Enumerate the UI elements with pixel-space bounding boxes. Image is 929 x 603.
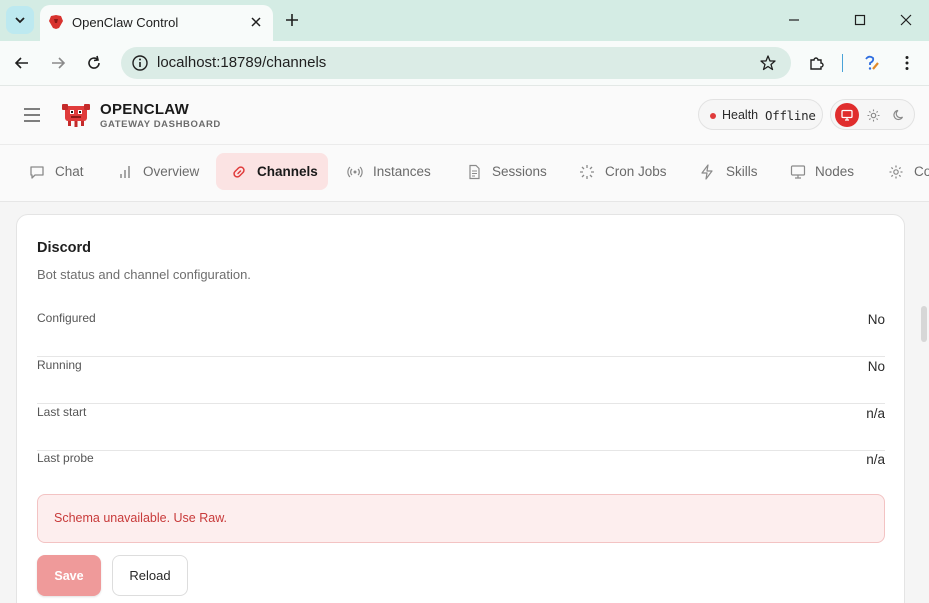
forward-arrow-icon[interactable]: [49, 54, 67, 72]
nav-skills-label: Skills: [726, 164, 758, 179]
status-row-last-start: Last start n/a: [37, 405, 885, 451]
nav-channels[interactable]: Channels: [216, 153, 328, 190]
hamburger-menu-icon[interactable]: [24, 108, 40, 122]
gear-icon: [889, 165, 903, 179]
brand-title: OPENCLAW: [100, 101, 190, 118]
nav-overview-label: Overview: [143, 164, 200, 179]
main-nav: Chat Overview Channels Instances Session…: [0, 145, 929, 202]
status-label: Configured: [37, 311, 96, 325]
monitor-icon: [841, 109, 853, 121]
nav-overview[interactable]: Overview: [104, 153, 208, 190]
status-dot-icon: [710, 113, 716, 119]
discord-card: Discord Bot status and channel configura…: [16, 214, 905, 603]
status-value: n/a: [866, 406, 885, 421]
lightning-icon: [701, 164, 713, 180]
url-text[interactable]: localhost:18789/channels: [157, 54, 326, 71]
moon-icon: [893, 109, 904, 121]
bar-chart-icon: [120, 166, 130, 178]
link-icon: [233, 166, 245, 178]
card-title: Discord: [37, 240, 91, 256]
tab-search-button[interactable]: [6, 6, 34, 34]
nav-config-label: Co: [914, 164, 929, 179]
nav-cron-jobs-label: Cron Jobs: [605, 164, 667, 179]
status-label: Last probe: [37, 451, 94, 465]
status-row-running: Running No: [37, 358, 885, 404]
nav-chat-label: Chat: [55, 164, 84, 179]
theme-dark-button[interactable]: [887, 103, 911, 127]
document-icon: [469, 164, 480, 180]
browser-tab[interactable]: OpenClaw Control: [40, 5, 273, 41]
status-value: No: [867, 359, 885, 374]
browser-toolbar: localhost:18789/channels: [0, 41, 929, 86]
monitor-icon: [790, 165, 806, 179]
alert-message: Schema unavailable. Use Raw.: [54, 511, 228, 525]
site-info-icon[interactable]: [131, 54, 149, 72]
health-label: Health: [722, 108, 759, 122]
main-content: Discord Bot status and channel configura…: [0, 202, 929, 603]
lobster-favicon-icon: [49, 15, 63, 29]
status-label: Running: [37, 358, 82, 372]
nav-instances[interactable]: Instances: [334, 153, 446, 190]
reload-button[interactable]: Reload: [112, 555, 188, 596]
status-value: n/a: [866, 452, 885, 467]
minimize-icon[interactable]: [785, 11, 803, 29]
app-header: OPENCLAW GATEWAY DASHBOARD Health Offlin…: [0, 86, 929, 145]
status-row-last-probe: Last probe n/a: [37, 451, 885, 497]
scrollbar-thumb[interactable]: [921, 306, 927, 342]
health-value: Offline: [765, 108, 816, 123]
theme-toggle-group: [830, 99, 915, 130]
theme-light-button[interactable]: [861, 103, 885, 127]
toolbar-separator: [842, 54, 843, 72]
health-status-badge: Health Offline: [698, 99, 823, 130]
chevron-down-icon: [15, 17, 25, 24]
more-menu-icon[interactable]: [898, 54, 916, 72]
nav-cron-jobs[interactable]: Cron Jobs: [566, 153, 681, 190]
nav-channels-label: Channels: [257, 164, 318, 179]
close-window-icon[interactable]: [897, 11, 915, 29]
new-tab-icon[interactable]: [283, 11, 301, 29]
nav-sessions[interactable]: Sessions: [453, 153, 559, 190]
tab-title: OpenClaw Control: [72, 15, 179, 30]
back-arrow-icon[interactable]: [13, 54, 31, 72]
broadcast-icon: [347, 166, 363, 178]
reload-icon[interactable]: [85, 54, 103, 72]
schema-error-alert: Schema unavailable. Use Raw.: [37, 494, 885, 543]
status-value: No: [867, 312, 885, 327]
lobster-logo-icon: [62, 104, 90, 127]
address-bar[interactable]: localhost:18789/channels: [121, 47, 791, 79]
close-tab-icon[interactable]: [247, 13, 265, 31]
nav-skills[interactable]: Skills: [686, 153, 770, 190]
nav-instances-label: Instances: [373, 164, 431, 179]
status-label: Last start: [37, 405, 87, 419]
save-button[interactable]: Save: [37, 555, 101, 596]
nav-nodes-label: Nodes: [815, 164, 855, 179]
extension-pen-icon[interactable]: [862, 54, 880, 72]
nav-nodes[interactable]: Nodes: [777, 153, 868, 190]
message-icon: [30, 166, 44, 179]
theme-system-button[interactable]: [835, 103, 859, 127]
loader-icon: [580, 165, 594, 179]
nav-chat[interactable]: Chat: [16, 153, 98, 190]
maximize-icon[interactable]: [851, 11, 869, 29]
nav-sessions-label: Sessions: [492, 164, 547, 179]
card-subtitle: Bot status and channel configuration.: [37, 267, 251, 282]
brand-subtitle: GATEWAY DASHBOARD: [100, 119, 221, 130]
sun-icon: [867, 109, 879, 121]
bookmark-star-icon[interactable]: [759, 54, 777, 72]
status-row-configured: Configured No: [37, 311, 885, 357]
extensions-puzzle-icon[interactable]: [808, 54, 826, 72]
nav-config[interactable]: Co: [875, 153, 929, 190]
browser-tab-strip: OpenClaw Control: [0, 0, 929, 41]
